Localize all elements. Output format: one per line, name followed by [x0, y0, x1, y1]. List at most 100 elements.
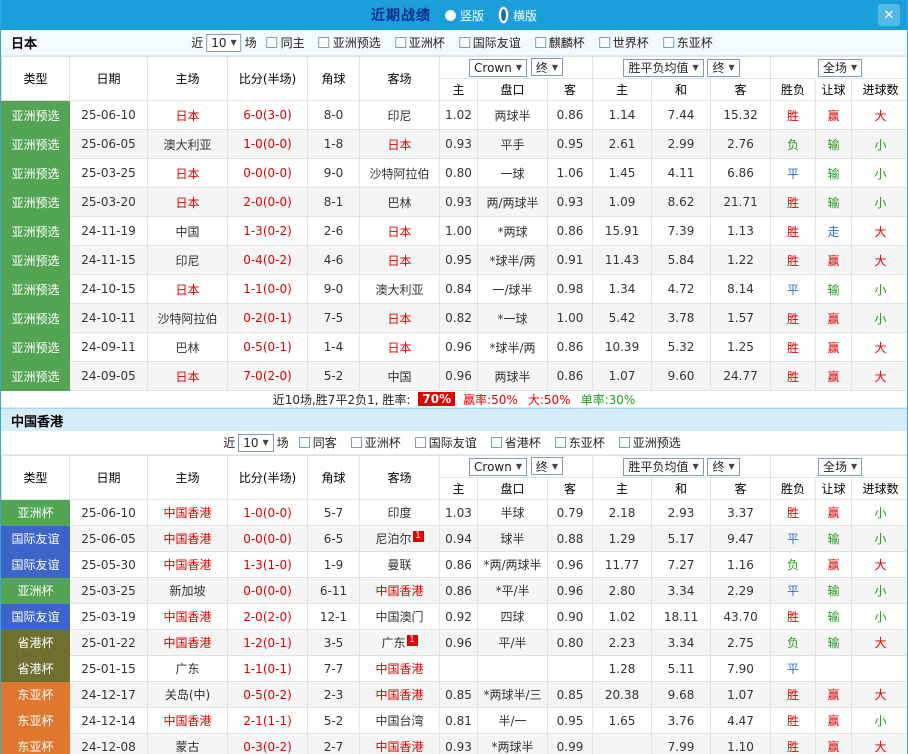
checkbox-icon	[266, 37, 278, 48]
filter-checkbox[interactable]: 世界杯	[598, 34, 649, 51]
filter-checkbox[interactable]: 同主	[266, 34, 305, 51]
match-count-select[interactable]: 10 ▼	[206, 33, 242, 52]
cell-odds-home: 0.96	[439, 629, 478, 656]
bookmaker-select[interactable]: Crown ▼	[469, 457, 527, 476]
checkbox-icon	[318, 37, 330, 48]
cell-result: 胜	[770, 681, 817, 708]
cell-odds-away: 0.79	[546, 499, 594, 526]
cell-odds-away: 0.86	[546, 216, 594, 246]
cell-home: 巴林	[147, 332, 228, 362]
odds-final-select[interactable]: 终 ▼	[530, 457, 563, 476]
cell-odds-home: 0.93	[439, 129, 478, 159]
col-avg-draw: 和	[651, 477, 712, 500]
match-count-select[interactable]: 10 ▼	[238, 433, 274, 452]
team-label: 中国香港	[375, 662, 424, 676]
scope-select[interactable]: 全场 ▼	[817, 58, 863, 77]
odds-final-select[interactable]: 终 ▼	[530, 58, 563, 77]
cell-score: 0-0(0-0)	[227, 577, 308, 604]
col-result: 胜负	[770, 477, 817, 500]
col-home: 主场	[147, 56, 228, 101]
avg-group-header: 胜平负均值 ▼ 终 ▼	[592, 455, 772, 478]
cell-type: 亚洲杯	[1, 577, 70, 604]
cell-odds-away: 1.06	[546, 158, 594, 188]
cell-corners: 5-2	[307, 707, 360, 734]
cell-away: 中国香港	[359, 681, 440, 708]
cell-avg-home: 2.61	[592, 129, 653, 159]
avg-value: 胜平负均值	[628, 61, 689, 75]
cell-date: 25-03-20	[69, 187, 148, 217]
filter-checkbox[interactable]: 亚洲杯	[350, 434, 401, 451]
filter-checkbox[interactable]: 麒麟杯	[534, 34, 585, 51]
cell-goals: 小	[851, 303, 907, 333]
filter-checkbox[interactable]: 东亚杯	[554, 434, 605, 451]
cell-result: 胜	[770, 100, 817, 130]
filter-checkbox[interactable]: 亚洲预选	[618, 434, 681, 451]
cell-corners: 7-7	[307, 655, 360, 682]
cell-away: 日本	[359, 129, 440, 159]
summary-stats: 赢率:50% 大:50% 单率:30%	[463, 391, 635, 408]
cell-avg-away: 2.75	[710, 629, 772, 656]
filter-checkbox[interactable]: 亚洲杯	[394, 34, 445, 51]
japan-table-body: 亚洲预选 25-06-10 日本 6-0(3-0) 8-0 印尼 1.02 两球半 0.86 1.…	[1, 100, 907, 391]
filter-checkbox[interactable]: 同客	[298, 434, 337, 451]
team-label: 日本	[387, 137, 412, 152]
cell-score: 6-0(3-0)	[227, 100, 308, 130]
cell-avg-draw: 4.72	[651, 274, 712, 304]
filter-checkbox-group-japan: 同主 亚洲预选 亚洲杯 国际友谊 麒麟杯 世界杯 东亚杯	[260, 33, 720, 52]
team-label: 日本	[175, 195, 200, 210]
radio-selected-icon	[498, 6, 509, 24]
cell-type: 东亚杯	[1, 733, 70, 754]
cell-odds-away: 0.98	[546, 274, 594, 304]
filter-checkbox[interactable]: 东亚杯	[662, 34, 713, 51]
cell-avg-draw: 7.99	[651, 733, 712, 754]
col-avg-away: 客	[710, 78, 772, 101]
cell-handicap-result: 输	[815, 187, 853, 217]
cell-handicap: 四球	[477, 603, 548, 630]
cell-avg-draw: 18.11	[651, 603, 712, 630]
filter-checkbox[interactable]: 省港杯	[490, 434, 541, 451]
cell-home: 中国	[147, 216, 228, 246]
cell-odds-away: 0.95	[546, 129, 594, 159]
layout-vertical-radio[interactable]: 竖版	[444, 7, 484, 24]
cell-home: 新加坡	[147, 577, 228, 604]
match-count-value: 10	[243, 435, 259, 450]
cell-away: 广东 1	[359, 629, 440, 656]
cell-avg-away: 1.13	[710, 216, 772, 246]
col-type: 类型	[1, 455, 70, 500]
avg-final-select[interactable]: 终 ▼	[707, 58, 740, 77]
scope-select[interactable]: 全场 ▼	[817, 457, 863, 476]
cell-handicap-result: 赢	[815, 733, 853, 754]
cell-avg-home: 1.07	[592, 361, 653, 391]
avg-odds-select[interactable]: 胜平负均值 ▼	[623, 457, 704, 476]
filter-checkbox[interactable]: 国际友谊	[458, 34, 521, 51]
cell-away: 日本	[359, 332, 440, 362]
cell-goals: 大	[851, 216, 907, 246]
cell-goals: 小	[851, 499, 907, 526]
cell-type: 亚洲预选	[1, 303, 70, 333]
close-button[interactable]: ✕	[878, 4, 900, 26]
team-label: 巴林	[387, 195, 412, 210]
scope-value: 全场	[822, 61, 847, 75]
filter-checkbox[interactable]: 国际友谊	[414, 434, 477, 451]
cell-goals: 小	[851, 274, 907, 304]
section-header-japan: 日本 近 10 ▼ 场 同主 亚洲预选 亚洲杯 国际友谊 麒麟杯 世界杯 东亚杯	[1, 30, 907, 56]
filter-checkbox[interactable]: 亚洲预选	[318, 34, 381, 51]
checkbox-icon	[298, 437, 310, 448]
cell-corners: 6-11	[307, 577, 360, 604]
col-date: 日期	[69, 56, 148, 101]
bookmaker-select[interactable]: Crown ▼	[469, 58, 527, 77]
cell-avg-away: 8.14	[710, 274, 772, 304]
layout-horizontal-radio[interactable]: 横版	[498, 6, 537, 24]
cell-handicap-result: 赢	[815, 303, 853, 333]
cell-result: 胜	[770, 603, 817, 630]
cell-avg-home: 2.80	[592, 577, 653, 604]
col-handicap: 盘口	[477, 477, 548, 500]
chevron-down-icon: ▼	[728, 462, 735, 471]
team-label: 中国香港	[163, 714, 212, 728]
table-row: 亚洲预选 25-06-05 澳大利亚 1-0(0-0) 1-8 日本 0.93 平手 0.95 2…	[1, 129, 907, 159]
avg-odds-select[interactable]: 胜平负均值 ▼	[623, 58, 704, 77]
avg-final-select[interactable]: 终 ▼	[707, 457, 740, 476]
col-away: 客场	[359, 455, 440, 500]
table-row: 亚洲预选 24-09-11 巴林 0-5(0-1) 1-4 日本 0.96 *球半/两 0.86…	[1, 332, 907, 362]
cell-corners: 2-3	[307, 681, 360, 708]
